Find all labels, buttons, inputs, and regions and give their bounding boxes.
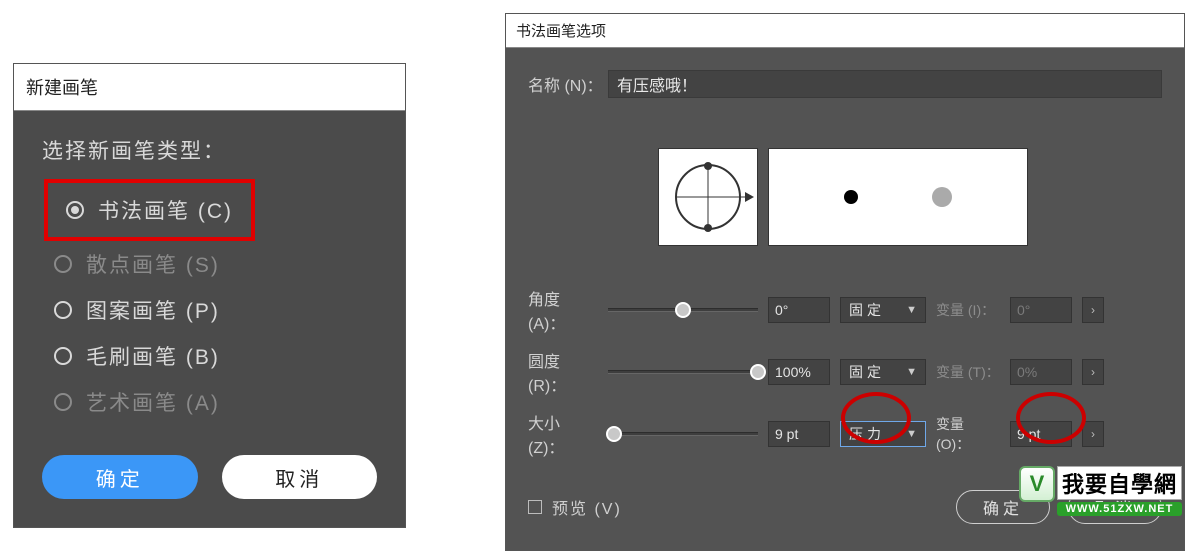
select-value: 固定 (849, 300, 885, 320)
size-label: 大小 (Z)： (528, 410, 598, 458)
radio-calligraphic-brush[interactable]: 书法画笔 (C) (62, 187, 237, 233)
cancel-button[interactable]: 取消 (222, 455, 378, 499)
roundness-slider[interactable] (608, 370, 758, 374)
size-step-button[interactable]: › (1082, 421, 1104, 447)
roundness-label: 圆度 (R)： (528, 348, 598, 396)
size-var-input[interactable]: 9 pt (1010, 421, 1072, 447)
angle-preview-icon (658, 148, 758, 246)
new-brush-dialog: 新建画笔 选择新画笔类型： 书法画笔 (C) 散点画笔 (S) 图案画笔 (P)… (13, 63, 406, 528)
angle-row: 角度 (A)： 0° 固定 ▼ 变量 (I)： 0° › (528, 286, 1162, 334)
brush-type-prompt: 选择新画笔类型： (42, 135, 377, 165)
radio-pattern-brush[interactable]: 图案画笔 (P) (50, 287, 377, 333)
angle-var-input: 0° (1010, 297, 1072, 323)
roundness-row: 圆度 (R)： 100% 固定 ▼ 变量 (T)： 0% › (528, 348, 1162, 396)
chevron-down-icon: ▼ (906, 366, 917, 378)
watermark: V 我要自學網 WWW.51ZXW.NET (1019, 466, 1182, 516)
angle-label: 角度 (A)： (528, 286, 598, 334)
chevron-down-icon: ▼ (906, 428, 917, 440)
watermark-brand: 我要自學網 (1057, 466, 1182, 500)
name-label: 名称 (N)： (528, 72, 608, 96)
radio-label: 散点画笔 (S) (86, 249, 220, 279)
roundness-mode-select[interactable]: 固定 ▼ (840, 359, 926, 385)
radio-scatter-brush: 散点画笔 (S) (50, 241, 377, 287)
angle-step-button[interactable]: › (1082, 297, 1104, 323)
roundness-var-input: 0% (1010, 359, 1072, 385)
angle-var-label: 变量 (I)： (936, 300, 1000, 320)
angle-mode-select[interactable]: 固定 ▼ (840, 297, 926, 323)
dialog-title: 新建画笔 (14, 64, 405, 111)
brush-preview (658, 148, 1162, 246)
angle-value-input[interactable]: 0° (768, 297, 830, 323)
dialog-title: 书法画笔选项 (506, 14, 1184, 48)
checkbox-icon (528, 500, 542, 514)
radio-label: 毛刷画笔 (B) (86, 341, 220, 371)
size-row: 大小 (Z)： 9 pt 压力 ▼ 变量 (O)： 9 pt › (528, 410, 1162, 458)
preview-checkbox[interactable]: 预览 (V) (528, 495, 622, 519)
select-value: 固定 (849, 362, 885, 382)
radio-label: 书法画笔 (C) (98, 195, 233, 225)
radio-bristle-brush[interactable]: 毛刷画笔 (B) (50, 333, 377, 379)
roundness-var-label: 变量 (T)： (936, 362, 1000, 382)
radio-icon (54, 347, 72, 365)
roundness-step-button[interactable]: › (1082, 359, 1104, 385)
size-value-input[interactable]: 9 pt (768, 421, 830, 447)
radio-icon (54, 301, 72, 319)
angle-slider[interactable] (608, 308, 758, 312)
preview-label: 预览 (V) (552, 495, 622, 519)
size-mode-select[interactable]: 压力 ▼ (840, 421, 926, 447)
radio-label: 图案画笔 (P) (86, 295, 220, 325)
chevron-down-icon: ▼ (906, 304, 917, 316)
name-input[interactable]: 有压感哦！ (608, 70, 1162, 98)
radio-icon (66, 201, 84, 219)
radio-icon (54, 255, 72, 273)
stroke-preview-icon (768, 148, 1028, 246)
select-value: 压力 (849, 424, 885, 444)
ok-button[interactable]: 确定 (42, 455, 198, 499)
radio-label: 艺术画笔 (A) (86, 387, 220, 417)
radio-icon (54, 393, 72, 411)
watermark-url: WWW.51ZXW.NET (1057, 502, 1182, 516)
size-var-label: 变量 (O)： (936, 414, 1000, 454)
highlight-calligraphic: 书法画笔 (C) (44, 179, 255, 241)
size-slider[interactable] (608, 432, 758, 436)
radio-art-brush: 艺术画笔 (A) (50, 379, 377, 425)
roundness-value-input[interactable]: 100% (768, 359, 830, 385)
watermark-badge-icon: V (1019, 466, 1055, 502)
